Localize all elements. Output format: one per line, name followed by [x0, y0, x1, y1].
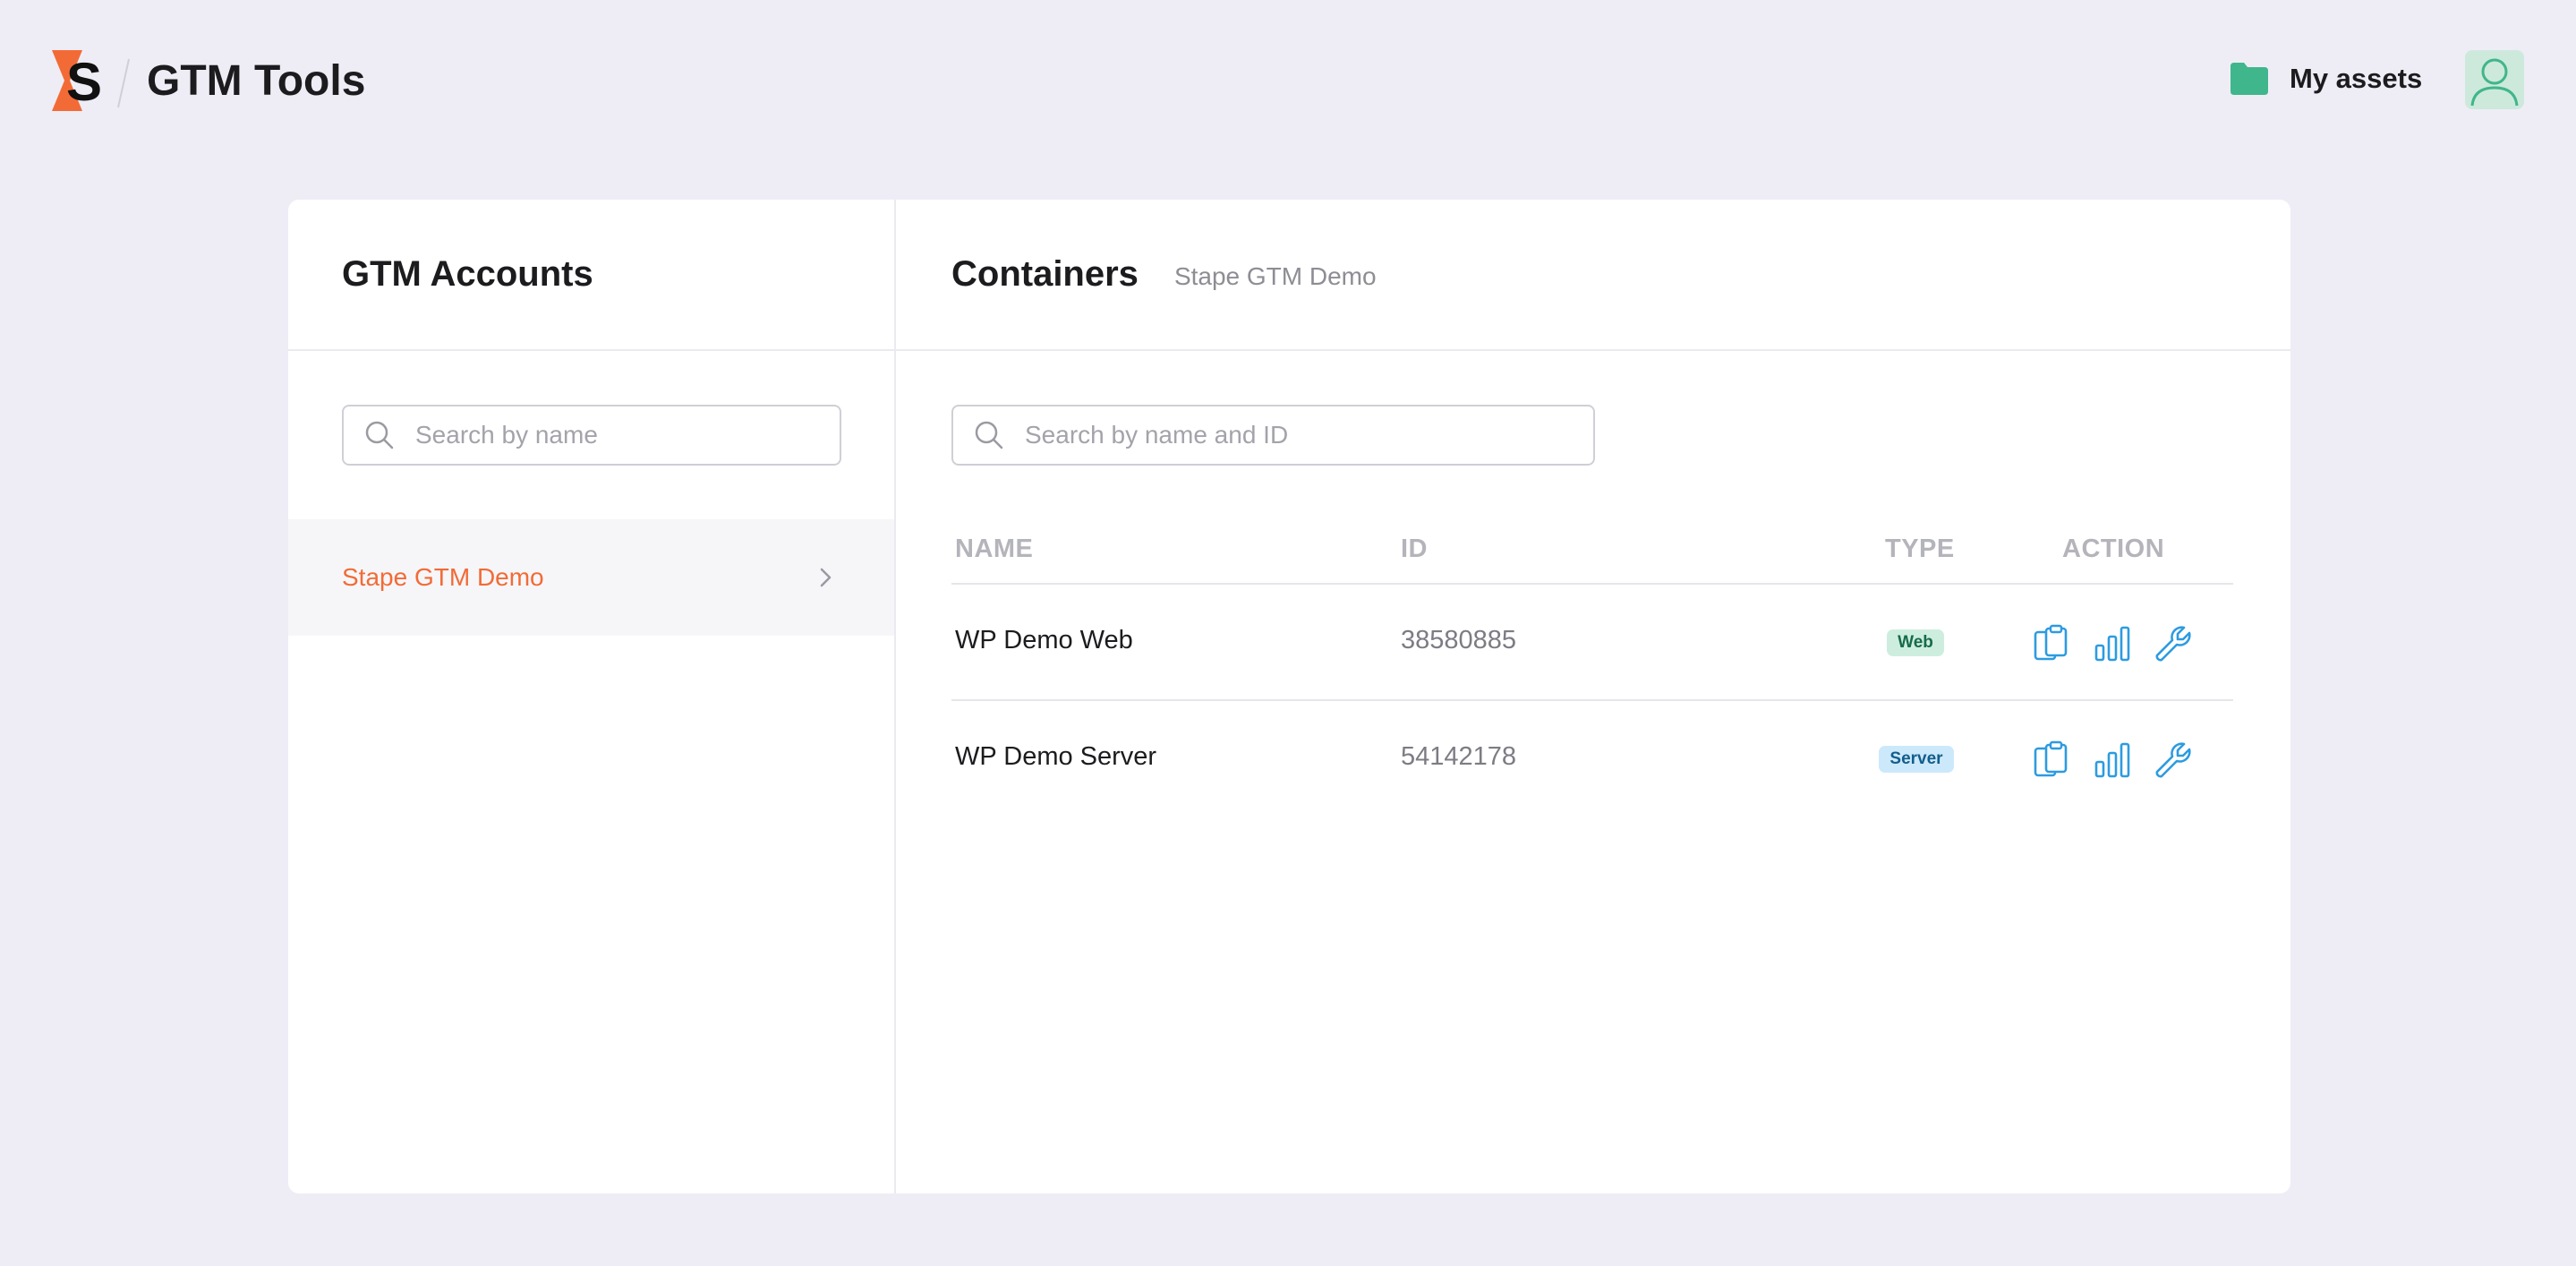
container-name: WP Demo Web	[955, 626, 1133, 654]
app-title: GTM Tools	[147, 57, 366, 105]
top-bar: S GTM Tools My assets	[0, 0, 2576, 161]
column-header-name: NAME	[955, 535, 1034, 563]
containers-table: NAME ID TYPE ACTION WP Demo Web 38580885…	[951, 531, 2233, 817]
type-badge-server: Server	[1879, 746, 1954, 773]
container-name: WP Demo Server	[955, 742, 1157, 771]
my-assets-link[interactable]: My assets	[2231, 59, 2422, 98]
stape-logo[interactable]: S	[52, 50, 132, 112]
chevron-right-icon	[820, 568, 832, 587]
account-item-label: Stape GTM Demo	[342, 563, 544, 591]
containers-pane: Containers Stape GTM Demo NAME ID TYPE A…	[896, 200, 2290, 1193]
type-badge-web: Web	[1887, 629, 1944, 656]
settings-button[interactable]	[2154, 624, 2193, 663]
wrench-icon	[2155, 742, 2191, 778]
accounts-pane: GTM Accounts Stape GTM Demo	[288, 200, 896, 1193]
accounts-title: GTM Accounts	[342, 254, 593, 294]
container-id: 54142178	[1401, 742, 1517, 771]
accounts-header: GTM Accounts	[288, 200, 896, 351]
containers-header: Containers Stape GTM Demo	[896, 200, 2290, 351]
clipboard-icon	[2034, 740, 2068, 777]
main-card: GTM Accounts Stape GTM Demo Containers S…	[288, 200, 2290, 1193]
clipboard-icon	[2034, 624, 2068, 661]
accounts-search[interactable]	[342, 405, 841, 466]
column-header-action: ACTION	[2062, 535, 2165, 563]
containers-search[interactable]	[951, 405, 1595, 466]
container-id: 38580885	[1401, 626, 1517, 654]
accounts-search-input[interactable]	[415, 421, 813, 449]
user-icon	[2470, 58, 2519, 107]
column-header-id: ID	[1401, 535, 1428, 563]
my-assets-label: My assets	[2290, 63, 2423, 94]
search-icon	[365, 421, 394, 449]
table-row: WP Demo Server 54142178 Server	[951, 701, 2233, 817]
analytics-button[interactable]	[2093, 624, 2132, 663]
folder-icon	[2231, 63, 2268, 95]
table-header: NAME ID TYPE ACTION	[951, 531, 2233, 585]
copy-button[interactable]	[2032, 740, 2071, 780]
bar-chart-icon	[2094, 742, 2130, 778]
account-item-stape-gtm-demo[interactable]: Stape GTM Demo	[288, 519, 894, 636]
row-actions	[2032, 740, 2193, 780]
row-actions	[2032, 624, 2193, 663]
svg-text:S: S	[66, 52, 102, 111]
wrench-icon	[2155, 626, 2191, 662]
analytics-button[interactable]	[2093, 740, 2132, 780]
containers-search-input[interactable]	[1025, 421, 1537, 449]
column-header-type: TYPE	[1885, 535, 1955, 563]
settings-button[interactable]	[2154, 740, 2193, 780]
user-avatar[interactable]	[2465, 50, 2524, 109]
search-icon	[975, 421, 1003, 449]
copy-button[interactable]	[2032, 624, 2071, 663]
table-row: WP Demo Web 38580885 Web	[951, 585, 2233, 701]
containers-title: Containers	[951, 254, 1139, 294]
bar-chart-icon	[2094, 626, 2130, 662]
containers-subtitle: Stape GTM Demo	[1173, 261, 1377, 290]
